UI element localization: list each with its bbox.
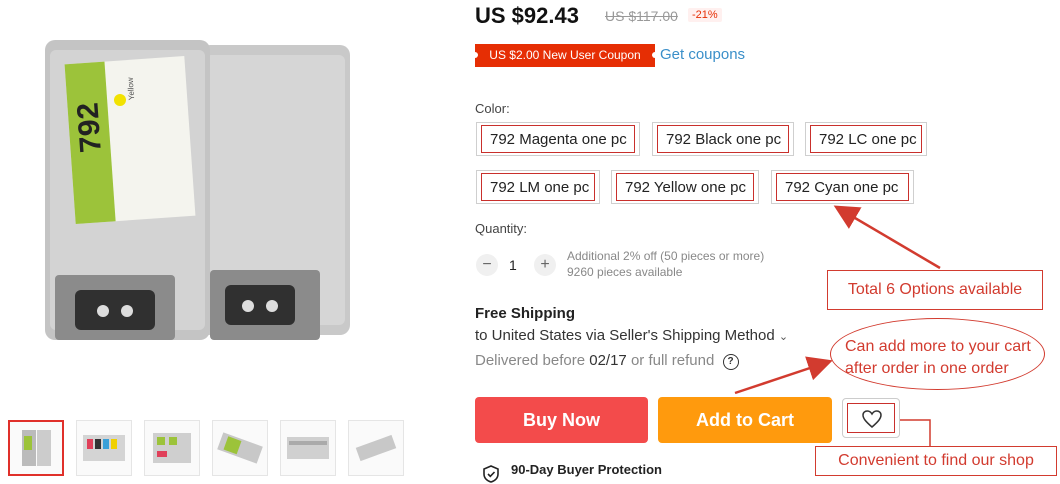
annotation-arrows <box>734 205 941 448</box>
annotation-find-shop: Convenient to find our shop <box>815 446 1057 476</box>
annotation-total-options: Total 6 Options available <box>827 270 1043 310</box>
annotation-cart-text: Can add more to your cart after order in… <box>845 338 1031 377</box>
